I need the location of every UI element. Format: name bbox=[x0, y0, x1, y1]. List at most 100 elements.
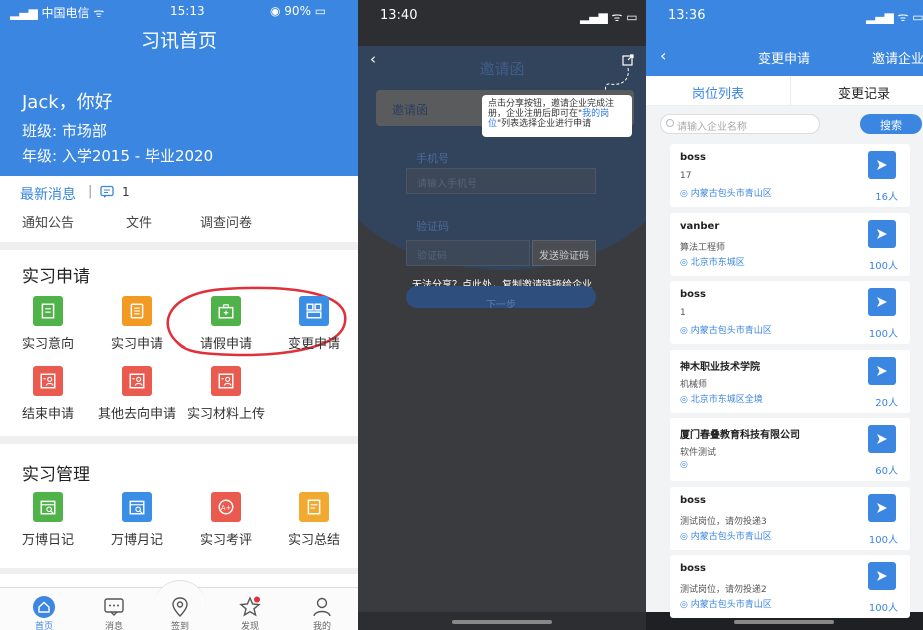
feature-1-3[interactable]: 实习总结 bbox=[270, 492, 358, 548]
home-indicator[interactable] bbox=[452, 620, 552, 624]
feature-label: 实习总结 bbox=[287, 533, 340, 548]
feature-0-0[interactable]: 实习意向 bbox=[4, 296, 92, 352]
signal-carrier: ▂▄▆ 中国电信 ᯤ bbox=[10, 6, 105, 20]
status-bar: ▂▄▆ 中国电信 ᯤ 15:13 ◉ 90% ▭ bbox=[0, 0, 358, 24]
link-surveys[interactable]: 调查问卷 bbox=[200, 212, 252, 231]
company-name: 神木职业技术学院 bbox=[680, 361, 760, 373]
location-pin-icon bbox=[172, 597, 188, 617]
tab-strip: 岗位列表 变更记录 bbox=[646, 76, 923, 106]
tab-change-records[interactable]: 变更记录 bbox=[838, 83, 890, 102]
grade-icon: A+ bbox=[211, 492, 241, 522]
apply-button[interactable] bbox=[868, 493, 896, 522]
feature-0-4[interactable]: 结束申请 bbox=[4, 366, 92, 422]
share-icon[interactable] bbox=[622, 54, 634, 66]
apply-button[interactable] bbox=[868, 288, 896, 316]
apply-button[interactable] bbox=[868, 151, 896, 179]
feature-0-2[interactable]: 请假申请 bbox=[182, 296, 270, 352]
tab-discover[interactable]: 发现 bbox=[218, 596, 282, 630]
link-files[interactable]: 文件 bbox=[126, 212, 152, 231]
position-name: 测试岗位，请勿投递3 bbox=[680, 516, 767, 527]
send-code-button[interactable]: 发送验证码 bbox=[532, 240, 596, 266]
tab-discover-label: 发现 bbox=[240, 622, 259, 630]
position-name: 软件测试 bbox=[680, 448, 717, 458]
apply-button[interactable] bbox=[868, 356, 896, 385]
code-label: 验证码 bbox=[416, 220, 449, 233]
status-time: 13:40 bbox=[380, 8, 418, 23]
feature-label: 实习意向 bbox=[21, 337, 74, 352]
tab-home-label: 首页 bbox=[34, 622, 53, 630]
job-card[interactable]: boss 测试岗位，请勿投递3 ◎ 内蒙古包头市青山区 100人 bbox=[670, 486, 910, 550]
headcount: 20人 bbox=[875, 397, 898, 409]
tab-messages[interactable]: 消息 bbox=[82, 596, 146, 630]
job-address: ◎ 内蒙古包头市青山区 bbox=[680, 529, 772, 542]
class-info: 班级: 市场部 bbox=[22, 122, 107, 140]
job-card[interactable]: vanber 算法工程师 ◎ 北京市东城区 100人 bbox=[670, 212, 910, 276]
search-placeholder: 请输入企业名称 bbox=[677, 122, 747, 133]
tab-home[interactable]: 首页 bbox=[12, 596, 76, 630]
person-icon bbox=[313, 597, 331, 617]
feature-label: 实习考评 bbox=[199, 533, 252, 548]
link-notices[interactable]: 通知公告 bbox=[22, 212, 74, 231]
feature-1-1[interactable]: 万博月记 bbox=[93, 492, 181, 548]
position-name: 算法工程师 bbox=[680, 242, 726, 253]
tab-checkin[interactable]: 签到 bbox=[148, 596, 212, 630]
news-card: 最新消息 | 1 通知公告 文件 调查问卷 bbox=[0, 176, 358, 242]
tab-profile[interactable]: 我的 bbox=[290, 596, 354, 630]
next-button[interactable]: 下一步 bbox=[406, 286, 596, 308]
headcount: 100人 bbox=[868, 534, 898, 546]
tab-profile-label: 我的 bbox=[312, 622, 331, 630]
apply-button[interactable] bbox=[868, 425, 896, 453]
send-icon bbox=[877, 571, 887, 581]
back-icon[interactable]: ‹ bbox=[660, 46, 666, 65]
feature-label: 其他去向申请 bbox=[97, 407, 176, 422]
feature-1-2[interactable]: A+ 实习考评 bbox=[182, 492, 270, 548]
battery-indicator: ◉ 90% ▭ bbox=[270, 4, 327, 18]
job-card[interactable]: 神木职业技术学院 机械师 ◎ 北京市东城区全境 20人 bbox=[670, 349, 910, 413]
phone-label: 手机号 bbox=[416, 152, 449, 165]
feature-0-5[interactable]: 其他去向申请 bbox=[93, 366, 181, 422]
status-icons: ▂▄▆ ᯤ ▭ bbox=[580, 10, 638, 24]
job-address: ◎ bbox=[680, 460, 688, 470]
company-name: boss bbox=[680, 152, 706, 163]
code-input[interactable]: 验证码 bbox=[406, 240, 530, 266]
feature-label: 万博月记 bbox=[110, 533, 163, 548]
company-name: vanber bbox=[680, 220, 720, 232]
send-icon bbox=[877, 502, 887, 513]
headcount: 100人 bbox=[868, 603, 898, 614]
location-icon: ◎ bbox=[680, 326, 688, 336]
address-text: 内蒙古包头市青山区 bbox=[690, 326, 772, 336]
feature-label: 万博日记 bbox=[21, 533, 74, 548]
apply-button[interactable] bbox=[868, 219, 896, 248]
job-card[interactable]: boss 1 ◎ 内蒙古包头市青山区 100人 bbox=[670, 281, 910, 344]
address-text: 北京市东城区 bbox=[690, 257, 745, 268]
news-label[interactable]: 最新消息 bbox=[20, 184, 76, 204]
message-icon[interactable] bbox=[100, 185, 114, 199]
invite-company-button[interactable]: 邀请企业 bbox=[872, 48, 923, 67]
company-name: boss bbox=[680, 289, 706, 300]
home-indicator[interactable] bbox=[734, 620, 834, 624]
job-card[interactable]: 厦门春叠教育科技有限公司 软件测试 ◎ 60人 bbox=[670, 418, 910, 481]
divider: | bbox=[88, 184, 93, 199]
job-card[interactable]: boss 17 ◎ 内蒙古包头市青山区 16人 bbox=[670, 144, 910, 207]
location-icon: ◎ bbox=[680, 394, 688, 405]
company-name: 厦门春叠教育科技有限公司 bbox=[680, 430, 800, 441]
feature-0-1[interactable]: 实习申请 bbox=[93, 296, 181, 352]
search-button[interactable]: 搜索 bbox=[860, 114, 922, 134]
greeting-text: Jack，你好 bbox=[22, 92, 113, 113]
page-title: 变更申请 bbox=[757, 52, 810, 67]
feature-label: 请假申请 bbox=[199, 337, 252, 352]
address-text: 内蒙古包头市青山区 bbox=[690, 189, 772, 199]
feature-1-0[interactable]: 万博日记 bbox=[4, 492, 92, 548]
job-address: ◎ 北京市东城区 bbox=[680, 255, 745, 268]
scroll-icon bbox=[122, 296, 152, 326]
location-icon: ◎ bbox=[680, 531, 688, 542]
phone-input[interactable]: 请输入手机号 bbox=[406, 168, 596, 194]
feature-0-6[interactable]: 实习材料上传 bbox=[182, 366, 270, 422]
job-card[interactable]: boss 测试岗位，请勿投递2 ◎ 内蒙古包头市青山区 100人 bbox=[670, 555, 910, 618]
headcount: 100人 bbox=[868, 260, 898, 272]
feature-label: 变更申请 bbox=[287, 337, 340, 352]
feature-0-3[interactable]: 变更申请 bbox=[270, 296, 358, 352]
apply-button[interactable] bbox=[868, 562, 896, 590]
tab-job-list[interactable]: 岗位列表 bbox=[692, 83, 744, 102]
company-search-input[interactable]: 请输入企业名称 bbox=[660, 114, 820, 134]
